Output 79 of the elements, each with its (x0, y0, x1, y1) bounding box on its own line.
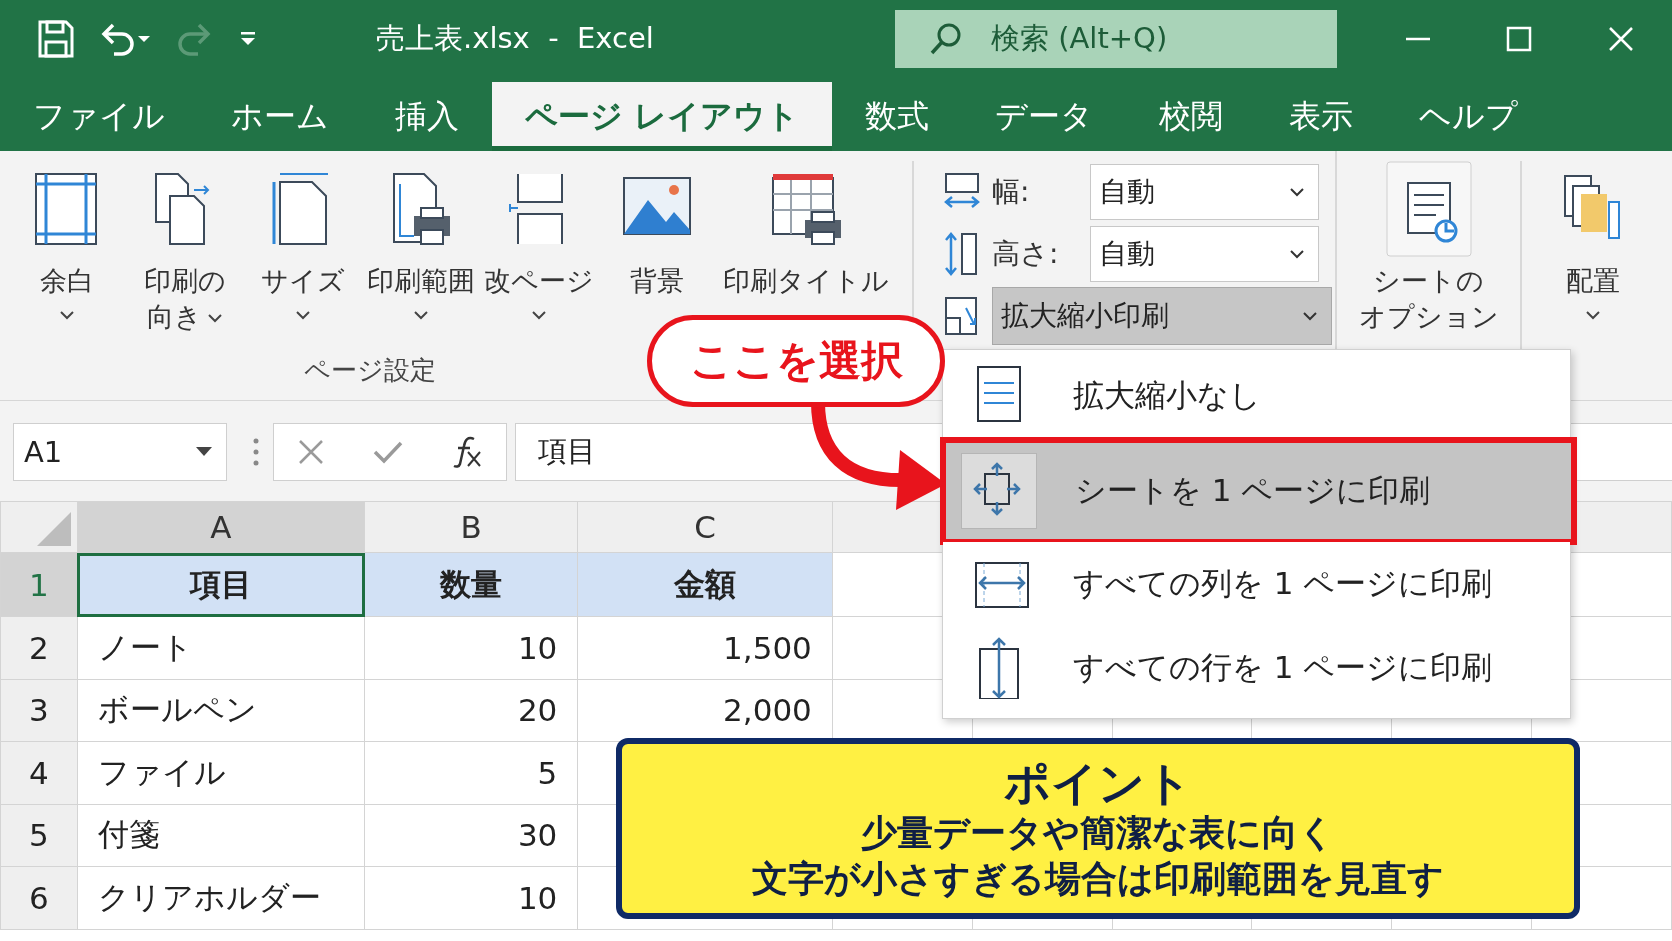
dropdown-field[interactable]: 自動 (1090, 164, 1319, 220)
ribbon-button[interactable]: 改ページ (480, 161, 598, 320)
caret-icon (1290, 187, 1304, 197)
caret-icon (1290, 249, 1304, 259)
table-cell: ファイル (77, 741, 365, 804)
row-header[interactable]: 4 (0, 741, 78, 804)
menu-item[interactable]: シートを 1 ページに印刷 (943, 440, 1574, 542)
function-icon[interactable] (451, 436, 482, 468)
note-title: ポイント (1004, 755, 1192, 810)
row-header[interactable]: 6 (0, 866, 78, 929)
ribbon-tab[interactable]: 表示 (1256, 82, 1387, 151)
callout-label: ここを選択 (647, 315, 945, 407)
ribbon-button[interactable]: 余白 (8, 161, 126, 320)
table-cell: 金額 (577, 552, 833, 617)
menu-item[interactable]: すべての列を 1 ページに印刷 (943, 542, 1570, 626)
table-cell: ボールペン (77, 679, 365, 742)
table-cell: 1,500 (577, 616, 833, 679)
check-icon[interactable] (373, 440, 403, 464)
save-icon[interactable] (38, 19, 74, 58)
table-cell: クリアホルダー (77, 866, 365, 929)
page-chart-icon (1385, 161, 1472, 257)
caret-icon (414, 311, 428, 320)
caret-icon (1303, 311, 1317, 321)
cancel-icon[interactable] (298, 439, 325, 465)
column-header[interactable]: A (77, 501, 365, 553)
ribbon-button[interactable]: サイズ (244, 161, 362, 320)
caret-icon (532, 311, 546, 320)
menu-item[interactable]: すべての行を 1 ページに印刷 (943, 626, 1570, 710)
search-icon (929, 21, 963, 56)
table-cell: 10 (364, 616, 578, 679)
row-header[interactable]: 2 (0, 616, 78, 679)
ribbon-tab[interactable]: ページ レイアウト (492, 82, 833, 151)
ribbon-button[interactable]: 背景 (598, 161, 716, 299)
name-box[interactable]: A1 (13, 423, 227, 481)
ribbon-button[interactable]: 配置 (1528, 161, 1658, 320)
ribbon-tab[interactable]: 校閲 (1126, 82, 1257, 151)
search-field[interactable]: 検索 (Alt+Q) (895, 9, 1337, 68)
dots-icon (253, 437, 259, 467)
row-header[interactable]: 5 (0, 804, 78, 867)
ribbon-button[interactable]: 印刷範囲 (362, 161, 480, 320)
dropdown-button[interactable]: 拡大縮小印刷 (992, 287, 1332, 345)
ribbon-tab[interactable]: 数式 (832, 82, 963, 151)
menu-item[interactable]: 拡大縮小なし (943, 354, 1570, 438)
ribbon-button[interactable]: 印刷タイトル (716, 161, 896, 299)
note-text: 文字が小さすぎる場合は印刷範囲を見直す (752, 856, 1444, 901)
window-title: 売上表.xlsx - Excel (375, 19, 655, 57)
close-icon[interactable] (1608, 25, 1635, 52)
ribbon-tab[interactable]: データ (962, 82, 1127, 151)
table-cell: 10 (364, 866, 578, 929)
table-cell: 項目 (77, 552, 365, 617)
dropdown-icon[interactable] (238, 29, 258, 48)
column-header[interactable]: B (364, 501, 578, 553)
ribbon-tab[interactable]: ホーム (198, 82, 362, 151)
group-label: ページ設定 (304, 354, 436, 387)
ribbon-tab[interactable]: ヘルプ (1386, 82, 1552, 151)
caret-icon (1586, 311, 1600, 320)
ribbon-button[interactable]: 印刷の向き (126, 161, 244, 335)
caret-icon (60, 311, 74, 320)
field-label: 高さ: (992, 236, 1060, 272)
row-header[interactable]: 1 (0, 552, 78, 617)
maximize-icon[interactable] (1506, 25, 1533, 52)
ribbon-button[interactable]: シートの オプション (1338, 161, 1519, 335)
row-header[interactable]: 3 (0, 679, 78, 742)
caret-icon (208, 314, 223, 323)
caret-icon (296, 311, 310, 320)
table-cell: 20 (364, 679, 578, 742)
undo-icon[interactable] (100, 21, 152, 56)
table-cell: ノート (77, 616, 365, 679)
note-text: 少量データや簡潔な表に向く (861, 810, 1335, 855)
table-cell: 付箋 (77, 804, 365, 867)
column-header[interactable]: C (577, 501, 833, 553)
ribbon-tab[interactable]: 挿入 (362, 82, 492, 151)
table-cell: 5 (364, 741, 578, 804)
table-cell: 数量 (364, 552, 578, 617)
dropdown-field[interactable]: 自動 (1090, 226, 1319, 282)
ribbon-tab[interactable]: ファイル (0, 82, 198, 151)
table-cell: 30 (364, 804, 578, 867)
field-label: 幅: (992, 174, 1031, 210)
caret-icon (196, 447, 212, 457)
